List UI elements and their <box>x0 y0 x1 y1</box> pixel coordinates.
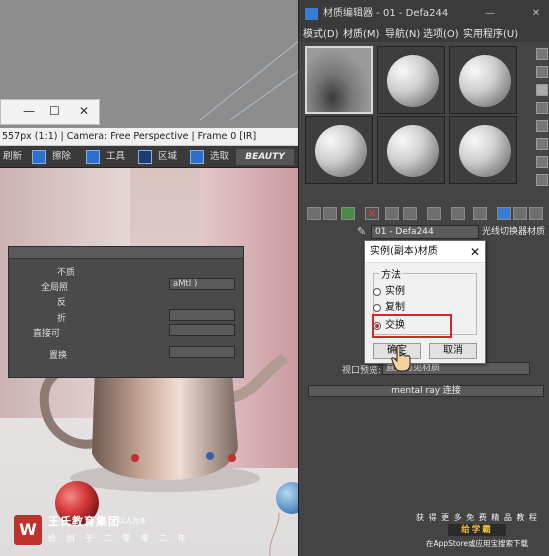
displacement-dropdown[interactable] <box>169 346 235 358</box>
material-slot-4[interactable] <box>305 116 373 184</box>
background-icon[interactable] <box>536 84 548 96</box>
video-check-icon[interactable] <box>536 120 548 132</box>
cancel-button[interactable]: 取消 <box>429 343 477 359</box>
minimize-button[interactable]: — <box>23 104 35 118</box>
sample-type-icon[interactable] <box>536 48 548 60</box>
brand-logo: W <box>14 515 42 545</box>
background-window: — ☐ ✕ <box>0 99 100 125</box>
material-slot-5[interactable] <box>377 116 445 184</box>
viewport-preview-row: 视口预览: 直接可见材质 <box>308 362 544 376</box>
select-icon[interactable] <box>190 150 204 164</box>
highlight-box <box>372 314 452 338</box>
radio-instance[interactable] <box>373 288 381 296</box>
erase-icon[interactable] <box>32 150 46 164</box>
method-group-label: 方法 <box>379 266 403 281</box>
option-instance[interactable]: 实例 <box>373 285 405 299</box>
param-label-4: 折 <box>57 314 67 324</box>
option-swap-label: 交换 <box>385 320 405 331</box>
param-field-right[interactable]: aMtl ) <box>169 278 235 290</box>
material-editor-titlebar: 材质编辑器 - 01 - Defa244 — ✕ <box>299 0 549 28</box>
menu-material[interactable]: 材质(M) <box>343 28 379 42</box>
params-rollout-header[interactable] <box>9 247 243 259</box>
frame-toolbar: 刷新 擦除 工具 区域 选取 BEAUTY <box>0 146 300 168</box>
material-slot-6[interactable] <box>449 116 517 184</box>
maximize-button[interactable]: ☐ <box>49 104 60 118</box>
close-button[interactable]: ✕ <box>79 104 89 118</box>
material-editor-menubar: 模式(D) 材质(M) 导航(N) 选项(O) 实用程序(U) <box>299 28 549 42</box>
uv-tiling-icon[interactable] <box>536 102 548 114</box>
param-label-6: 置换 <box>49 351 68 361</box>
make-unique-icon[interactable] <box>403 207 417 220</box>
region-icon[interactable] <box>138 150 152 164</box>
copy-material-icon[interactable] <box>385 207 399 220</box>
erase-button[interactable]: 擦除 <box>52 149 71 165</box>
menu-mode[interactable]: 模式(D) <box>303 28 339 42</box>
promo-app-name: 给学霸 <box>448 524 506 536</box>
get-material-icon[interactable] <box>307 207 321 220</box>
go-forward-to-sibling-icon[interactable] <box>529 207 543 220</box>
put-to-scene-icon[interactable] <box>323 207 337 220</box>
menu-utilities[interactable]: 实用程序(U) <box>463 28 518 42</box>
make-preview-icon[interactable] <box>536 138 548 150</box>
brand-right: 获 得 更 多 免 费 精 品 教 程 给学霸 在AppStore或应用宝搜索下… <box>408 512 546 552</box>
material-editor-logo-icon <box>305 8 318 20</box>
refresh-button[interactable]: 刷新 <box>3 149 22 165</box>
tools-icon[interactable] <box>86 150 100 164</box>
material-slot-2[interactable] <box>377 46 445 114</box>
viewport-preview-label: 视口预览: <box>342 366 382 376</box>
menu-options[interactable]: 选项(O) <box>423 28 459 42</box>
select-button[interactable]: 选取 <box>210 149 229 165</box>
region-button[interactable]: 区域 <box>158 149 177 165</box>
show-map-in-viewport-icon[interactable] <box>473 207 487 220</box>
option-instance-label: 实例 <box>385 286 405 297</box>
close-button[interactable]: ✕ <box>525 0 547 28</box>
brand-motto: 以人为本 <box>118 517 146 525</box>
promo-line-3: 在AppStore或应用宝搜索下载 <box>426 539 528 548</box>
material-slot-3[interactable] <box>449 46 517 114</box>
material-id-channel-icon[interactable] <box>451 207 465 220</box>
brand-subtitle: 给 创 于 二 零 零 二 年 <box>48 534 190 543</box>
minimize-button[interactable]: — <box>479 0 501 28</box>
material-name-row: ✎ 01 - Defa244 光线切换器材质 <box>299 222 549 242</box>
radio-swap[interactable] <box>373 322 381 330</box>
mental-ray-rollout[interactable]: mental ray 连接 <box>308 385 544 397</box>
beauty-dropdown[interactable]: BEAUTY <box>236 149 294 165</box>
param-field-3[interactable] <box>169 324 235 336</box>
material-params-rollout: 不质 全局照 aMtl ) 反 折 直接可 置换 <box>8 246 244 378</box>
menu-navigation[interactable]: 导航(N) <box>385 28 420 42</box>
promo-line-1: 获 得 更 多 免 费 精 品 教 程 <box>416 513 538 522</box>
brand-left: W 王氏教育集团 以人为本 给 创 于 二 零 零 二 年 <box>14 513 186 549</box>
brand-name: 王氏教育集团 <box>48 515 120 528</box>
guide-lines <box>200 40 300 120</box>
put-to-library-icon[interactable] <box>427 207 441 220</box>
material-name-field[interactable]: 01 - Defa244 <box>371 225 479 239</box>
select-by-material-icon[interactable] <box>536 174 548 186</box>
param-label-2: 全局照 <box>41 283 69 293</box>
pick-material-icon[interactable]: ✎ <box>357 225 366 238</box>
material-slot-1[interactable] <box>305 46 373 114</box>
option-copy[interactable]: 复制 <box>373 301 405 315</box>
tools-button[interactable]: 工具 <box>106 149 125 165</box>
radio-copy[interactable] <box>373 304 381 312</box>
reset-map-icon[interactable]: ✕ <box>365 207 379 220</box>
options-icon[interactable] <box>536 156 548 168</box>
param-label-3: 反 <box>57 298 67 308</box>
assign-to-selection-icon[interactable] <box>341 207 355 220</box>
show-end-result-icon[interactable] <box>497 207 511 220</box>
param-label-1: 不质 <box>57 268 76 278</box>
option-swap[interactable]: 交换 <box>373 319 405 333</box>
instance-material-dialog: 实例(副本)材质 ✕ 方法 实例 复制 交换 确定 取消 <box>364 240 486 364</box>
go-to-parent-icon[interactable] <box>513 207 527 220</box>
option-copy-label: 复制 <box>385 302 405 313</box>
hand-cursor-icon <box>391 344 411 372</box>
material-type-button[interactable]: 光线切换器材质 <box>482 225 548 239</box>
frame-window-title: 557px (1:1) | Camera: Free Perspective |… <box>0 128 300 146</box>
backlight-icon[interactable] <box>536 66 548 78</box>
param-field-2[interactable] <box>169 309 235 321</box>
material-editor-title: 材质编辑器 - 01 - Defa244 <box>323 8 449 19</box>
dialog-close-button[interactable]: ✕ <box>470 241 480 263</box>
material-editor-toolbar: ✕ <box>299 204 549 222</box>
dialog-title: 实例(副本)材质 <box>365 241 485 263</box>
param-label-5: 直接可 <box>33 329 61 339</box>
